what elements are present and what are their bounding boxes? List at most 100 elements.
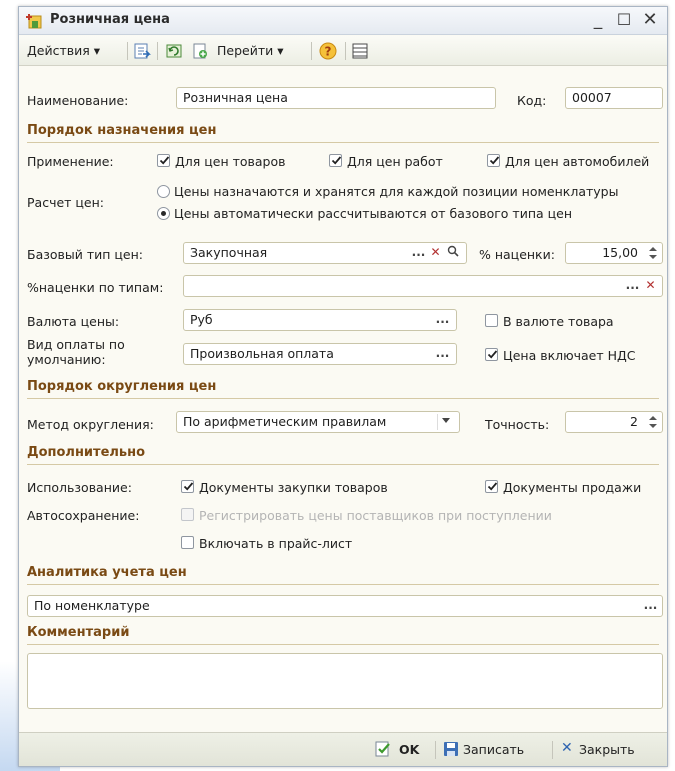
code-label: Код:	[517, 93, 547, 108]
section-comment: Комментарий	[27, 625, 659, 645]
currency-input[interactable]: Руб ...	[183, 309, 457, 331]
radio-selected-dot	[161, 211, 166, 216]
in-goods-currency-checkbox[interactable]	[485, 314, 498, 327]
search-icon[interactable]	[444, 245, 461, 261]
spinner-icon[interactable]	[647, 413, 659, 431]
precision-value: 2	[630, 414, 638, 429]
toolbar: Действия ▾ Перейти ▾ ?	[19, 36, 667, 66]
checkmark-icon	[489, 156, 500, 165]
post-and-close-icon[interactable]	[133, 42, 151, 60]
price-document-icon	[26, 14, 42, 29]
prices-auto-label: Цены автоматически рассчитываются от баз…	[174, 206, 573, 221]
select-ellipsis-icon[interactable]: ...	[434, 346, 451, 362]
works-prices-checkbox[interactable]	[329, 154, 342, 167]
calc-label: Расчет цен:	[27, 195, 104, 210]
code-input[interactable]: 00007	[565, 87, 663, 109]
select-ellipsis-icon[interactable]: ...	[434, 312, 451, 328]
analytics-value: По номенклатуре	[34, 598, 150, 613]
precision-label: Точность:	[485, 417, 550, 432]
minimize-icon[interactable]: _	[587, 9, 609, 31]
goods-prices-checkbox[interactable]	[157, 154, 170, 167]
sales-docs-label: Документы продажи	[503, 480, 642, 495]
dialog-window: Розничная цена _ ☐ ✕ Действия ▾ Перейти …	[18, 6, 668, 767]
register-supplier-prices-checkbox[interactable]	[181, 508, 194, 521]
autosave-label: Автосохранение:	[27, 508, 140, 523]
actions-menu-label: Действия	[27, 43, 90, 58]
checkmark-icon	[183, 482, 194, 491]
window-title: Розничная цена	[50, 12, 170, 27]
register-supplier-prices-label: Регистрировать цены поставщиков при пост…	[199, 508, 552, 523]
section-analytics: Аналитика учета цен	[27, 565, 659, 585]
clear-icon[interactable]: ✕	[642, 278, 659, 294]
floppy-disk-icon	[444, 742, 458, 756]
markup-label: % наценки:	[479, 247, 555, 262]
sales-docs-checkbox[interactable]	[485, 480, 498, 493]
prices-stored-radio[interactable]	[157, 185, 170, 198]
payment-label-line2: умолчанию:	[27, 352, 106, 367]
markup-input[interactable]: 15,00	[565, 242, 663, 264]
rounding-method-label: Метод округления:	[27, 417, 154, 432]
payment-type-value: Произвольная оплата	[190, 346, 334, 361]
help-icon[interactable]: ?	[319, 42, 337, 60]
clear-icon[interactable]: ✕	[427, 245, 444, 261]
toolbar-separator	[127, 42, 128, 60]
save-button-label: Записать	[463, 742, 525, 757]
markup-types-input[interactable]: ... ✕	[183, 275, 663, 297]
currency-label: Валюта цены:	[27, 314, 120, 329]
checkmark-icon	[331, 156, 342, 165]
rounding-method-select[interactable]: По арифметическим правилам	[176, 411, 460, 433]
select-ellipsis-icon[interactable]: ...	[624, 278, 641, 294]
select-ellipsis-icon[interactable]: ...	[410, 245, 427, 261]
include-pricelist-label: Включать в прайс-лист	[199, 536, 353, 551]
section-additional: Дополнительно	[27, 445, 659, 465]
goto-menu[interactable]: Перейти ▾	[217, 43, 284, 58]
car-prices-checkbox[interactable]	[487, 154, 500, 167]
usage-label: Использование:	[27, 480, 132, 495]
apply-label: Применение:	[27, 154, 114, 169]
analytics-input[interactable]: По номенклатуре ...	[27, 595, 663, 617]
prices-stored-label: Цены назначаются и хранятся для каждой п…	[174, 184, 619, 199]
close-icon[interactable]: ✕	[639, 9, 661, 31]
markup-value: 15,00	[602, 245, 638, 260]
goods-prices-label: Для цен товаров	[175, 154, 286, 169]
vat-included-checkbox[interactable]	[485, 348, 498, 361]
toolbar-separator	[157, 42, 158, 60]
refresh-icon[interactable]	[165, 42, 183, 60]
toolbar-separator	[311, 42, 312, 60]
close-x-icon: ✕	[561, 740, 573, 756]
new-document-icon[interactable]	[191, 42, 209, 60]
chevron-down-icon[interactable]	[437, 414, 454, 430]
name-input[interactable]: Розничная цена	[176, 87, 496, 109]
base-type-value: Закупочная	[190, 245, 268, 260]
comment-textarea[interactable]	[27, 653, 663, 709]
toolbar-separator	[345, 42, 346, 60]
markup-types-label: %наценки по типам:	[27, 280, 164, 295]
car-prices-label: Для цен автомобилей	[505, 154, 650, 169]
precision-input[interactable]: 2	[565, 411, 663, 433]
section-rounding: Порядок округления цен	[27, 379, 659, 399]
purchase-docs-label: Документы закупки товаров	[199, 480, 388, 495]
base-type-input[interactable]: Закупочная ... ✕	[183, 242, 467, 264]
prices-auto-radio[interactable]	[157, 207, 170, 220]
ok-document-icon	[375, 741, 390, 757]
footer-bar: OK Записать ✕ Закрыть	[19, 732, 667, 766]
maximize-icon[interactable]: ☐	[613, 9, 635, 31]
spinner-icon[interactable]	[647, 244, 659, 262]
checkmark-icon	[487, 482, 498, 491]
works-prices-label: Для цен работ	[347, 154, 443, 169]
select-ellipsis-icon[interactable]: ...	[642, 598, 659, 614]
actions-menu[interactable]: Действия ▾	[27, 43, 100, 58]
title-bar: Розничная цена _ ☐ ✕	[19, 7, 667, 35]
footer-separator	[552, 741, 553, 759]
in-goods-currency-label: В валюте товара	[503, 314, 614, 329]
list-settings-icon[interactable]	[351, 42, 369, 60]
name-label: Наименование:	[27, 93, 129, 108]
payment-type-input[interactable]: Произвольная оплата ...	[183, 343, 457, 365]
ok-button-label: OK	[399, 742, 420, 757]
include-pricelist-checkbox[interactable]	[181, 536, 194, 549]
close-button-label: Закрыть	[579, 742, 635, 757]
section-pricing-order: Порядок назначения цен	[27, 123, 659, 143]
dropdown-arrow-glyph	[442, 418, 450, 423]
purchase-docs-checkbox[interactable]	[181, 480, 194, 493]
footer-separator	[435, 741, 436, 759]
